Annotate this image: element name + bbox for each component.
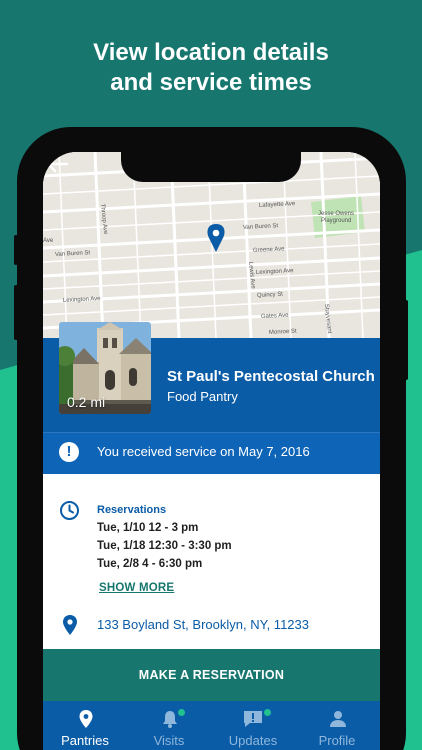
- phone-side-button: [14, 235, 18, 265]
- service-banner: ! You received service on May 7, 2016: [43, 432, 380, 474]
- reservation-time: Tue, 1/18 12:30 - 3:30 pm: [97, 540, 232, 552]
- nav-item-pantries[interactable]: Pantries: [43, 701, 127, 750]
- nav-label: Pantries: [61, 733, 109, 748]
- location-pin-icon: [63, 615, 77, 635]
- phone-side-button: [14, 285, 18, 340]
- app-screen: Kosciuszko St Lafayette Ave Throop Ave V…: [43, 152, 380, 750]
- place-name: St Paul's Pentecostal Church: [167, 368, 375, 385]
- service-banner-text: You received service on May 7, 2016: [97, 444, 310, 459]
- bell-icon: [163, 711, 177, 728]
- distance-label: 0.2 mi: [67, 394, 106, 410]
- phone-notch: [121, 148, 301, 182]
- notification-dot: [264, 709, 271, 716]
- address-link[interactable]: 133 Boyland St, Brooklyn, NY, 11233: [97, 617, 309, 632]
- nav-label: Updates: [228, 733, 278, 748]
- bottom-nav: Pantries Visits Updates Profile: [43, 701, 380, 750]
- reservation-time: Tue, 1/10 12 - 3 pm: [97, 522, 199, 534]
- person-icon: [330, 711, 346, 727]
- reservation-time: Tue, 2/8 4 - 6:30 pm: [97, 558, 203, 570]
- church-photo: 0.2 mi: [59, 322, 151, 414]
- map-label: Ave: [43, 238, 54, 244]
- headline-line-1: View location details: [93, 39, 329, 66]
- location-pin-icon: [79, 710, 93, 728]
- place-type: Food Pantry: [167, 389, 238, 404]
- reservations-title: Reservations: [97, 504, 167, 516]
- details-section: Reservations Tue, 1/10 12 - 3 pm Tue, 1/…: [43, 474, 380, 649]
- headline-line-2: and service times: [110, 69, 312, 96]
- map-label: Jesse Owens: [318, 211, 354, 217]
- headline: View location details and service times: [0, 38, 422, 98]
- place-header: 0.2 mi St Paul's Pentecostal Church Food…: [43, 322, 380, 474]
- map-label: Playground: [321, 218, 351, 224]
- nav-label: Visits: [153, 733, 185, 748]
- message-alert-icon: [244, 711, 262, 727]
- make-reservation-button[interactable]: MAKE A RESERVATION: [43, 649, 380, 701]
- nav-label: Profile: [318, 733, 356, 748]
- phone-side-button: [404, 300, 408, 380]
- back-arrow-icon[interactable]: [43, 152, 71, 176]
- nav-item-profile[interactable]: Profile: [295, 701, 379, 750]
- nav-item-visits[interactable]: Visits: [127, 701, 211, 750]
- show-more-link[interactable]: SHOW MORE: [99, 582, 174, 594]
- nav-item-updates[interactable]: Updates: [211, 701, 295, 750]
- notification-dot: [178, 709, 185, 716]
- exclamation-icon: !: [59, 442, 79, 462]
- clock-icon: [60, 501, 79, 520]
